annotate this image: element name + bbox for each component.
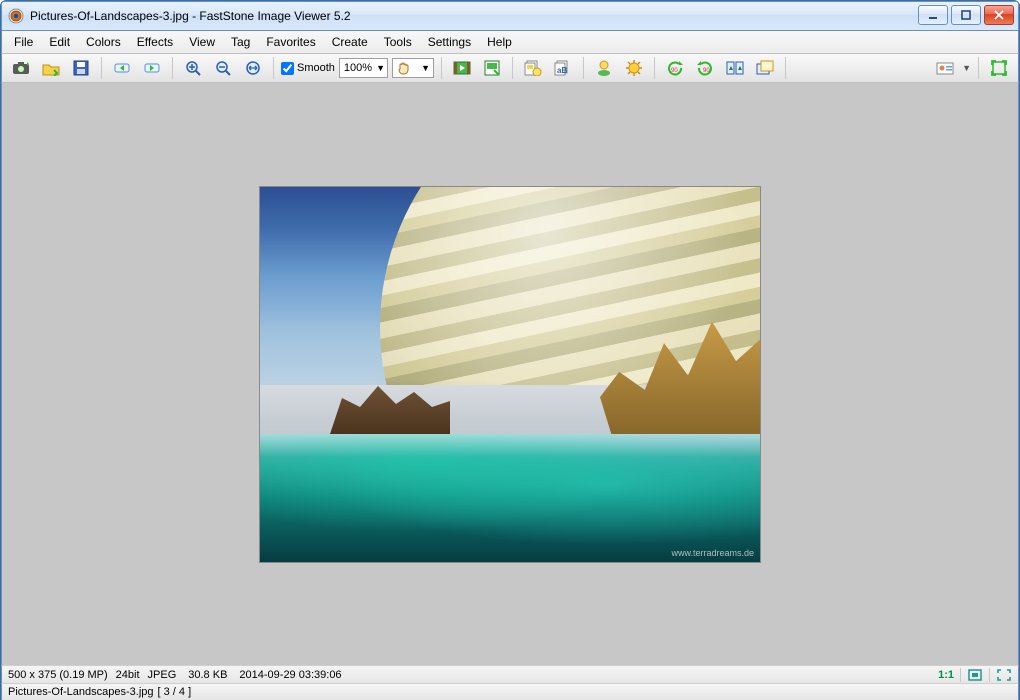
chevron-down-icon[interactable]: ▼ — [962, 63, 971, 73]
fullscreen-status-icon[interactable] — [996, 668, 1012, 682]
batch-convert-icon[interactable] — [520, 56, 546, 80]
menu-settings[interactable]: Settings — [420, 32, 479, 52]
zoom-in-icon[interactable] — [180, 56, 206, 80]
menu-favorites[interactable]: Favorites — [258, 32, 323, 52]
status-position: [ 3 / 4 ] — [158, 686, 192, 698]
email-icon[interactable] — [591, 56, 617, 80]
smooth-label: Smooth — [297, 62, 335, 74]
hand-icon — [396, 61, 410, 75]
hand-tool-combo[interactable]: ▼ — [392, 58, 434, 78]
svg-text:90: 90 — [703, 68, 710, 74]
image-canvas[interactable]: www.terradreams.de — [1, 83, 1019, 665]
status-zoom-ratio: 1:1 — [938, 669, 954, 681]
next-icon[interactable] — [139, 56, 165, 80]
contact-sheet-icon[interactable] — [479, 56, 505, 80]
minimize-button[interactable] — [918, 5, 948, 25]
close-button[interactable] — [984, 5, 1014, 25]
fit-window-icon[interactable] — [967, 668, 983, 682]
capture-icon[interactable] — [8, 56, 34, 80]
rotate-right-icon[interactable]: 90 — [692, 56, 718, 80]
status-filename: Pictures-Of-Landscapes-3.jpg — [8, 686, 154, 698]
status-dimensions: 500 x 375 (0.19 MP) — [8, 669, 108, 681]
zoom-combo[interactable]: 100% ▼ — [339, 58, 388, 78]
menu-colors[interactable]: Colors — [78, 32, 129, 52]
smooth-toggle[interactable]: Smooth — [281, 62, 335, 75]
svg-text:aB: aB — [557, 66, 567, 75]
window-title: Pictures-Of-Landscapes-3.jpg - FastStone… — [30, 9, 1018, 23]
toolbar-separator — [172, 57, 173, 79]
svg-text:90: 90 — [671, 68, 678, 74]
batch-rename-icon[interactable]: aB — [550, 56, 576, 80]
status-bar-info: 500 x 375 (0.19 MP) 24bit JPEG 30.8 KB 2… — [1, 665, 1019, 683]
compare-icon[interactable] — [722, 56, 748, 80]
contact-card-icon[interactable] — [932, 56, 958, 80]
image-watermark: www.terradreams.de — [671, 548, 754, 558]
menu-view[interactable]: View — [181, 32, 223, 52]
toolbar-separator — [583, 57, 584, 79]
toolbar-separator — [441, 57, 442, 79]
menu-tag[interactable]: Tag — [223, 32, 258, 52]
toolbar-separator — [785, 57, 786, 79]
zoom-value: 100% — [344, 62, 372, 74]
zoom-out-icon[interactable] — [210, 56, 236, 80]
toolbar-separator — [512, 57, 513, 79]
adjust-icon[interactable] — [621, 56, 647, 80]
fullscreen-icon[interactable] — [986, 56, 1012, 80]
app-icon — [8, 8, 24, 24]
status-timestamp: 2014-09-29 03:39:06 — [239, 669, 341, 681]
slideshow-icon[interactable] — [449, 56, 475, 80]
rotate-left-icon[interactable]: 90 — [662, 56, 688, 80]
clone-icon[interactable] — [752, 56, 778, 80]
status-depth: 24bit — [116, 669, 140, 681]
toolbar: Smooth 100% ▼ ▼ aB — [1, 53, 1019, 83]
open-folder-icon[interactable] — [38, 56, 64, 80]
displayed-image: www.terradreams.de — [260, 187, 760, 562]
toolbar-separator — [978, 57, 979, 79]
maximize-button[interactable] — [951, 5, 981, 25]
menu-help[interactable]: Help — [479, 32, 520, 52]
fit-width-icon[interactable] — [240, 56, 266, 80]
toolbar-separator — [273, 57, 274, 79]
prev-icon[interactable] — [109, 56, 135, 80]
toolbar-separator — [654, 57, 655, 79]
toolbar-separator — [101, 57, 102, 79]
status-bar-file: Pictures-Of-Landscapes-3.jpg [ 3 / 4 ] — [1, 683, 1019, 700]
title-bar: Pictures-Of-Landscapes-3.jpg - FastStone… — [1, 1, 1019, 31]
menu-edit[interactable]: Edit — [41, 32, 78, 52]
chevron-down-icon: ▼ — [372, 63, 385, 73]
save-icon[interactable] — [68, 56, 94, 80]
status-size: 30.8 KB — [188, 669, 227, 681]
status-format: JPEG — [148, 669, 177, 681]
chevron-down-icon: ▼ — [421, 63, 430, 73]
menu-file[interactable]: File — [6, 32, 41, 52]
smooth-checkbox[interactable] — [281, 62, 294, 75]
menu-create[interactable]: Create — [324, 32, 376, 52]
menu-bar: File Edit Colors Effects View Tag Favori… — [1, 31, 1019, 53]
menu-effects[interactable]: Effects — [129, 32, 181, 52]
menu-tools[interactable]: Tools — [376, 32, 420, 52]
